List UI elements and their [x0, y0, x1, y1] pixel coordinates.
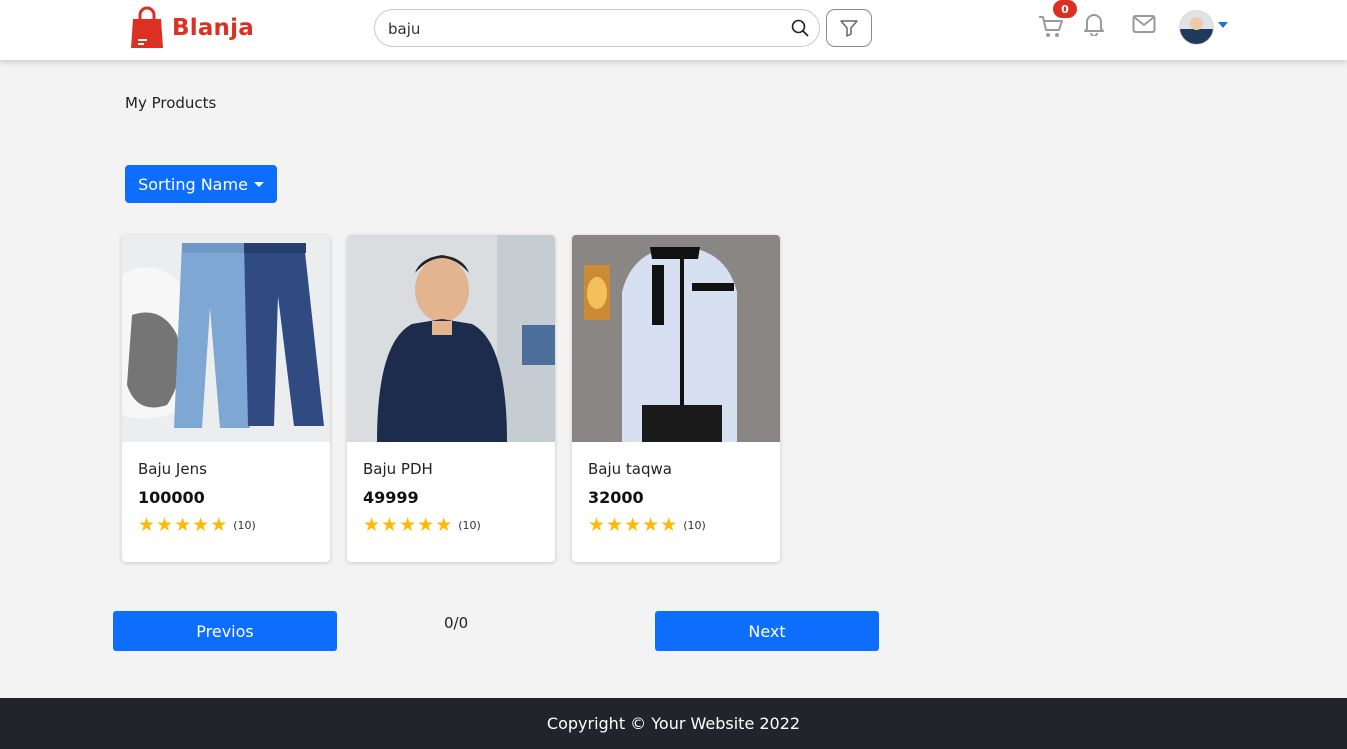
star-icon: ★: [399, 514, 417, 536]
chevron-down-icon: [253, 181, 264, 187]
avatar[interactable]: [1179, 10, 1214, 45]
chevron-down-icon[interactable]: [1218, 22, 1228, 28]
page-title: My Products: [125, 94, 217, 112]
search-input[interactable]: [388, 18, 778, 40]
product-name[interactable]: Baju Jens: [138, 460, 207, 478]
star-icon: ★: [660, 514, 678, 536]
page-indicator: 0/0: [444, 614, 469, 632]
star-icon: ★: [435, 514, 453, 536]
product-rating: ★ ★ ★ ★ ★ (10): [588, 516, 706, 535]
star-icon: ★: [210, 514, 228, 536]
star-icon: ★: [588, 514, 606, 536]
star-icon: ★: [417, 514, 435, 536]
star-icon: ★: [156, 514, 174, 536]
search-icon[interactable]: [791, 19, 809, 37]
product-image[interactable]: [572, 235, 780, 442]
product-card[interactable]: Baju PDH 49999 ★ ★ ★ ★ ★ (10): [347, 235, 555, 562]
previous-page-button[interactable]: Previos: [113, 611, 337, 651]
rating-count: (10): [233, 519, 256, 532]
star-icon: ★: [363, 514, 381, 536]
footer: Copyright © Your Website 2022: [0, 698, 1347, 749]
product-name[interactable]: Baju PDH: [363, 460, 433, 478]
navbar: Blanja 0: [0, 0, 1347, 60]
star-icon: ★: [642, 514, 660, 536]
product-name[interactable]: Baju taqwa: [588, 460, 672, 478]
bell-icon[interactable]: [1083, 12, 1105, 36]
brand-name: Blanja: [172, 15, 254, 41]
product-rating: ★ ★ ★ ★ ★ (10): [363, 516, 481, 535]
sorting-dropdown-button[interactable]: Sorting Name: [125, 165, 277, 203]
product-card[interactable]: Baju Jens 100000 ★ ★ ★ ★ ★ (10): [122, 235, 330, 562]
filter-icon: [840, 20, 858, 37]
star-icon: ★: [381, 514, 399, 536]
sorting-label: Sorting Name: [138, 174, 248, 194]
rating-count: (10): [683, 519, 706, 532]
star-icon: ★: [138, 514, 156, 536]
next-page-button[interactable]: Next: [655, 611, 879, 651]
copyright-text: Copyright © Your Website 2022: [546, 714, 801, 733]
product-image[interactable]: [347, 235, 555, 442]
star-icon: ★: [606, 514, 624, 536]
product-price: 100000: [138, 488, 205, 507]
filter-button[interactable]: [826, 9, 872, 47]
cart-count-badge: 0: [1053, 0, 1077, 18]
product-card[interactable]: Baju taqwa 32000 ★ ★ ★ ★ ★ (10): [572, 235, 780, 562]
search-box: [374, 9, 820, 47]
product-price: 32000: [588, 488, 644, 507]
star-icon: ★: [624, 514, 642, 536]
star-icon: ★: [192, 514, 210, 536]
shopping-bag-icon: [131, 6, 163, 48]
mail-icon[interactable]: [1132, 14, 1156, 34]
product-rating: ★ ★ ★ ★ ★ (10): [138, 516, 256, 535]
product-price: 49999: [363, 488, 419, 507]
product-image[interactable]: [122, 235, 330, 442]
rating-count: (10): [458, 519, 481, 532]
brand-logo[interactable]: Blanja: [130, 6, 254, 50]
star-icon: ★: [174, 514, 192, 536]
